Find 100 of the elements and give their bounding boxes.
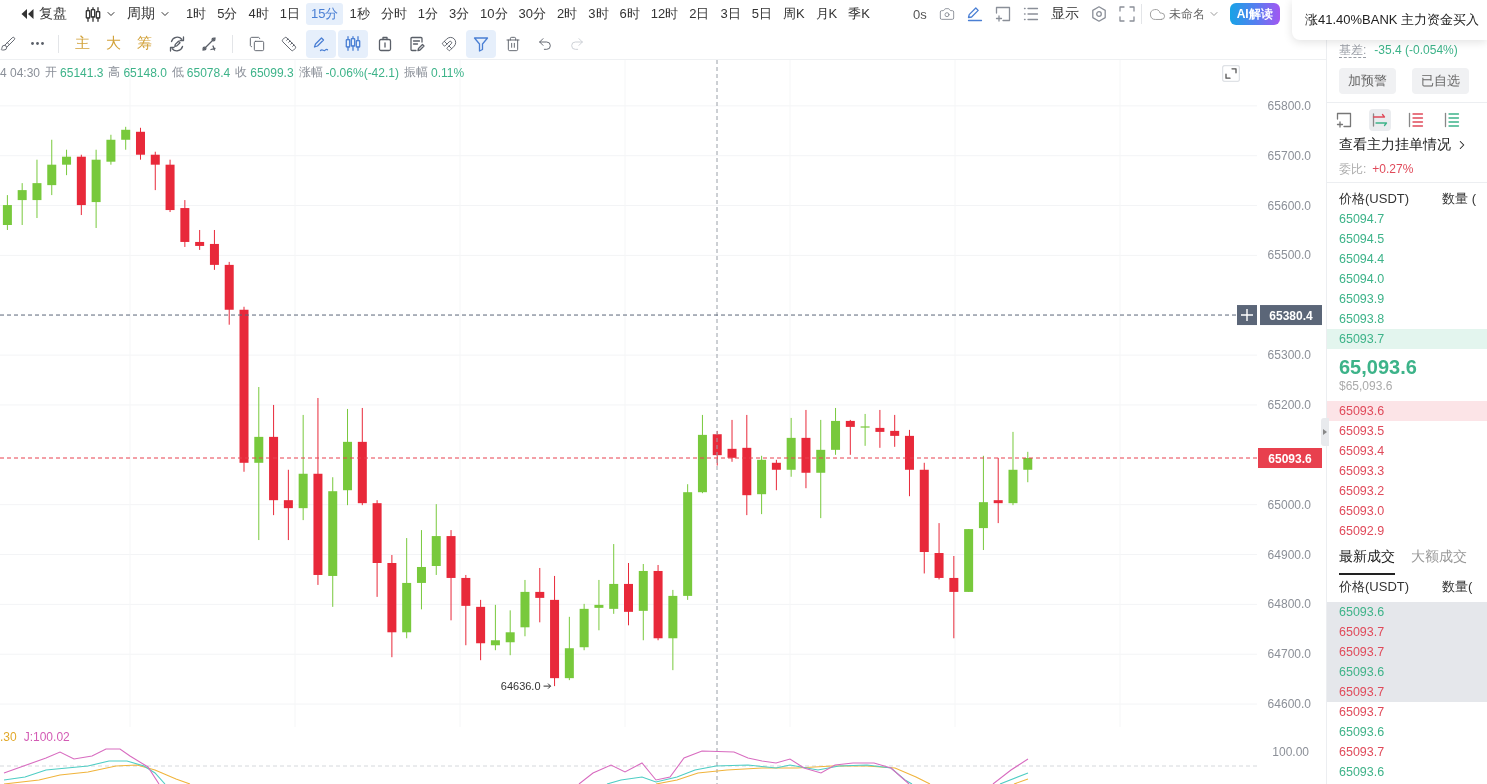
price-axis-label: 65500.0: [1267, 248, 1311, 263]
interval-tab[interactable]: 月K: [810, 3, 843, 25]
toolbar-button[interactable]: [306, 29, 336, 58]
interval-tab[interactable]: 6时: [614, 3, 645, 25]
interval-tab[interactable]: 2日: [684, 3, 715, 25]
ref-line-label: 65380.4: [1269, 308, 1314, 323]
candle-body: [978, 502, 988, 529]
ohlc-value: 65078.4: [186, 65, 231, 80]
interval-tab[interactable]: 5日: [746, 3, 777, 25]
candle-time: 4 04:30: [0, 65, 41, 80]
candle-wick: [140, 127, 141, 161]
notification-text: 涨41.40%BANK 主力资金买入: [1305, 11, 1480, 29]
candle-body: [431, 536, 441, 566]
layout-dropdown[interactable]: 未命名: [1148, 3, 1220, 25]
interval-tab[interactable]: 3日: [715, 3, 746, 25]
interval-tab[interactable]: 1分: [412, 3, 443, 25]
toolbar-button[interactable]: [466, 29, 496, 58]
candle-wick: [21, 182, 23, 226]
candle-body: [697, 434, 707, 493]
interval-tab[interactable]: 5分: [212, 3, 243, 25]
column-header: 数量(: [1442, 578, 1473, 596]
candle-body: [2, 205, 12, 225]
fullscreen-icon[interactable]: [1118, 6, 1135, 22]
frame-plus-icon[interactable]: [994, 6, 1011, 22]
toolbar-button[interactable]: [338, 29, 368, 58]
lines-icon: [1408, 112, 1424, 128]
candle-body: [357, 441, 367, 504]
plus-icon: [1240, 308, 1254, 322]
candle-wick: [494, 604, 496, 651]
list-icon[interactable]: [1022, 6, 1039, 22]
expand-icon[interactable]: [1222, 65, 1240, 82]
display-button[interactable]: 显示: [1050, 3, 1079, 25]
interval-tab[interactable]: 1时: [181, 3, 212, 25]
candle-body: [816, 449, 826, 473]
indicator-value: J:100.02: [23, 730, 70, 744]
interval-tab[interactable]: 10分: [475, 3, 513, 25]
candle-wick: [66, 149, 68, 176]
settings-icon[interactable]: [1090, 6, 1107, 22]
candle-body: [476, 606, 486, 644]
candle-body: [535, 591, 545, 598]
view-mode-button[interactable]: [1369, 109, 1391, 131]
last-price: 65,093.6: [1339, 355, 1418, 379]
candle-body: [594, 604, 604, 608]
trades-tab[interactable]: 最新成交: [1339, 541, 1395, 575]
pen-icon[interactable]: [966, 6, 983, 22]
candle-body: [1023, 458, 1033, 470]
interval-tab[interactable]: 分时: [375, 3, 412, 25]
lines-icon: [1444, 112, 1460, 128]
collapse-handle[interactable]: [1321, 418, 1329, 446]
candle-body: [387, 563, 397, 633]
panel-button[interactable]: 已自选: [1412, 68, 1469, 94]
candle-body: [624, 583, 633, 612]
candle-body: [269, 436, 279, 501]
interval-tab[interactable]: 3分: [443, 3, 475, 25]
ohlc-value: 65099.3: [250, 65, 294, 80]
panel-button[interactable]: 加预警: [1339, 68, 1396, 94]
interval-tab[interactable]: 3时: [583, 3, 614, 25]
interval-tab[interactable]: 30分: [513, 3, 552, 25]
interval-tab[interactable]: 1日: [274, 3, 305, 25]
ohlc-label: 低: [171, 64, 184, 81]
candle-body: [17, 190, 27, 201]
candle-body: [106, 139, 116, 162]
period-dropdown[interactable]: 周期: [127, 3, 171, 25]
arrow-icon: [543, 683, 552, 690]
basis-label: 基差:: [1339, 42, 1367, 58]
ai-button[interactable]: AI解读: [1229, 3, 1280, 25]
interval-tab[interactable]: 4时: [243, 3, 274, 25]
replay-button[interactable]: 复盘: [21, 3, 67, 25]
candle-wick: [539, 567, 541, 623]
price-axis-label: 64600.0: [1267, 697, 1311, 712]
candle-wick: [213, 229, 215, 271]
candle-wick: [894, 414, 896, 448]
candle-body: [712, 434, 722, 456]
add-button[interactable]: [1237, 305, 1257, 326]
interval-tab[interactable]: 15分: [305, 3, 344, 25]
candlestick-icon: [85, 6, 101, 22]
candle-body: [209, 243, 219, 265]
candle-body: [180, 208, 190, 242]
candle-wick: [775, 459, 777, 491]
interval-tab[interactable]: 2时: [552, 3, 583, 25]
column-header: 价格(USDT): [1339, 578, 1410, 596]
column-header: 价格(USDT): [1339, 190, 1410, 208]
camera-icon[interactable]: [938, 6, 955, 22]
interval-tab[interactable]: 1秒: [344, 3, 375, 25]
refresh-interval[interactable]: 0s: [912, 6, 927, 22]
candle-body: [32, 183, 42, 201]
interval-tab[interactable]: 季K: [843, 3, 875, 25]
candle-body: [150, 154, 160, 165]
candle-wick: [287, 469, 289, 541]
candle-wick: [864, 413, 866, 447]
interval-tab[interactable]: 12时: [645, 3, 684, 25]
candle-body: [609, 583, 619, 609]
candle-body: [905, 435, 914, 470]
candle-body: [801, 437, 811, 473]
price-axis-label: 64900.0: [1267, 547, 1311, 562]
depth-link[interactable]: 查看主力挂单情况: [1339, 136, 1469, 153]
candle-body: [490, 640, 500, 646]
interval-tab[interactable]: 周K: [777, 3, 810, 25]
candle-wick: [36, 159, 38, 219]
candle-wick: [598, 579, 600, 631]
